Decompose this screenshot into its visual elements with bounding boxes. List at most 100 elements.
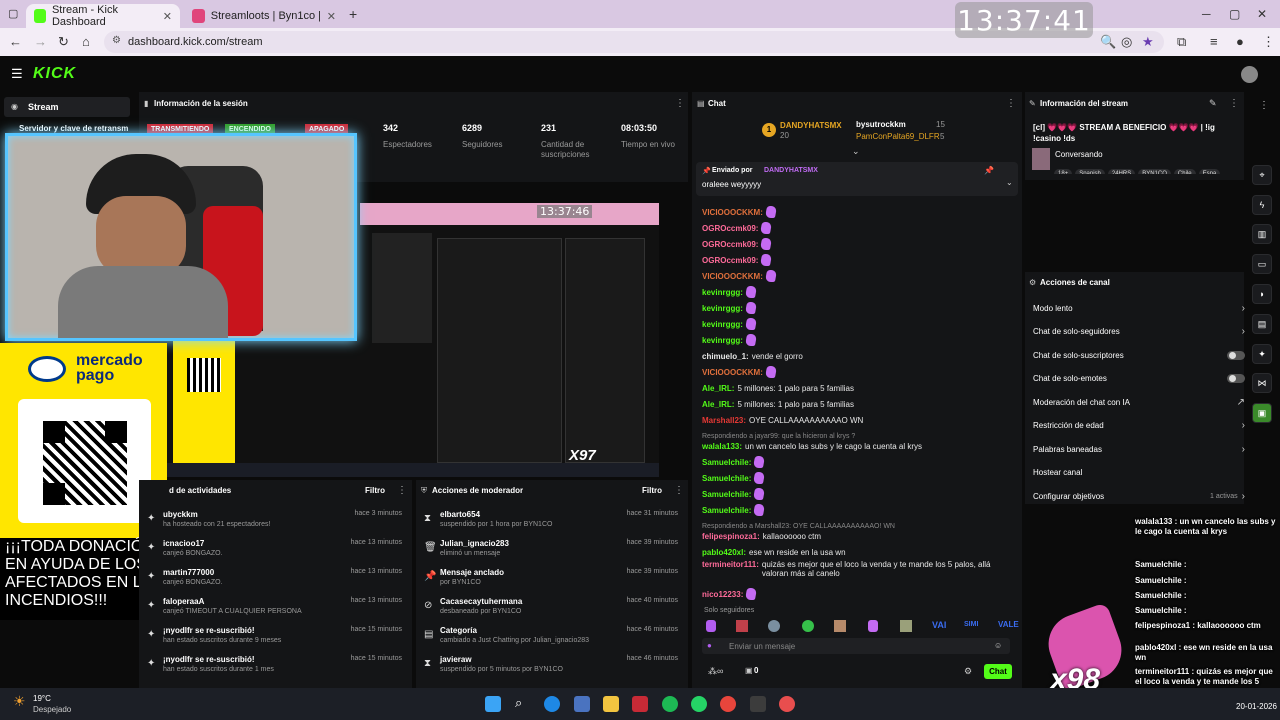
send-chat-button[interactable]: Chat bbox=[984, 664, 1012, 679]
rail-audio-icon[interactable]: ◗ bbox=[1252, 284, 1272, 304]
gifter-name[interactable]: PamConPalta69_DLFR bbox=[856, 132, 940, 141]
channel-action-item[interactable]: Configurar objetivos 1 activas › bbox=[1033, 486, 1245, 506]
chat-message[interactable]: OGROccmk09: bbox=[702, 220, 773, 236]
points-icon[interactable]: ⁂∞ bbox=[708, 666, 723, 677]
emote-icon[interactable]: SIMI bbox=[964, 621, 978, 628]
spotify-icon[interactable] bbox=[662, 696, 678, 712]
nav-item-stream[interactable]: ◉ Stream bbox=[4, 97, 130, 117]
chat-settings-icon[interactable]: ⚙ bbox=[964, 666, 972, 677]
expand-icon[interactable]: ⌄ bbox=[1006, 178, 1013, 187]
rail-app-icon[interactable]: ▣ bbox=[1252, 403, 1272, 423]
chat-username[interactable]: VICIOOOCKKM: bbox=[702, 272, 763, 281]
emoji-icon[interactable]: ☺ bbox=[994, 641, 1002, 650]
edge-icon[interactable] bbox=[544, 696, 560, 712]
chat-username[interactable]: VICIOOOCKKM: bbox=[702, 368, 763, 377]
stream-tag[interactable]: Chile bbox=[1173, 169, 1196, 174]
tab-list-icon[interactable]: ▢ bbox=[8, 7, 18, 20]
file-explorer-icon[interactable] bbox=[603, 696, 619, 712]
rail-bolt-icon[interactable]: ϟ bbox=[1252, 195, 1272, 215]
tab-kick-dashboard[interactable]: Stream - Kick Dashboard ✕ bbox=[26, 4, 180, 28]
chat-username[interactable]: walala133: bbox=[702, 442, 742, 451]
mod-action-row[interactable]: ⊘ Cacasecaytuhermana desbaneado por BYN1CO… bbox=[416, 593, 688, 621]
chat-username[interactable]: VICIOOOCKKM: bbox=[702, 208, 763, 217]
chat-message[interactable]: OGROccmk09: bbox=[702, 252, 773, 268]
chat-message[interactable]: VICIOOOCKKM: bbox=[702, 204, 777, 220]
windows-start-icon[interactable] bbox=[485, 696, 501, 712]
close-tab-icon[interactable]: ✕ bbox=[327, 10, 336, 23]
chat-username[interactable]: OGROccmk09: bbox=[702, 256, 758, 265]
chat-message[interactable]: Ale_IRL: 5 millones: 1 palo para 5 famili… bbox=[702, 380, 854, 396]
bookmark-star-icon[interactable]: ★ bbox=[1142, 34, 1154, 50]
profile-icon[interactable]: ● bbox=[1236, 34, 1244, 49]
app-icon[interactable] bbox=[779, 696, 795, 712]
gifter-name[interactable]: bysutrockkm bbox=[856, 120, 906, 129]
channel-action-item[interactable]: Chat de solo-seguidores › bbox=[1033, 322, 1245, 342]
chat-username[interactable]: Samuelchile: bbox=[702, 490, 751, 499]
channel-action-item[interactable]: Modo lento › bbox=[1033, 298, 1245, 318]
whatsapp-icon[interactable] bbox=[691, 696, 707, 712]
mic-icon[interactable]: ● bbox=[707, 641, 712, 650]
stream-tag[interactable]: 24HRS bbox=[1107, 169, 1136, 174]
emote-icon[interactable] bbox=[900, 620, 912, 632]
app-icon[interactable] bbox=[750, 696, 766, 712]
chat-message[interactable]: termineitor111: quizás es mejor que el lo… bbox=[702, 560, 1002, 584]
chat-input[interactable]: ● Enviar un mensaje ☺ bbox=[702, 638, 1010, 654]
chat-message[interactable]: kevinrggg: bbox=[702, 300, 757, 316]
hamburger-menu-icon[interactable]: ☰ bbox=[11, 66, 23, 82]
rail-target-icon[interactable]: ⌖ bbox=[1252, 165, 1272, 185]
mod-filter-button[interactable]: Filtro bbox=[642, 486, 662, 495]
chat-username[interactable]: kevinrggg: bbox=[702, 304, 743, 313]
rail-chat-icon[interactable]: ▭ bbox=[1252, 254, 1272, 274]
app-icon[interactable] bbox=[632, 696, 648, 712]
chat-message[interactable]: VICIOOOCKKM: bbox=[702, 364, 777, 380]
activity-menu-icon[interactable]: ⋮ bbox=[397, 485, 407, 496]
chat-username[interactable]: felipespinoza1: bbox=[702, 532, 760, 541]
forward-icon[interactable]: → bbox=[34, 34, 47, 49]
chat-username[interactable]: Ale_IRL: bbox=[702, 400, 734, 409]
maximize-icon[interactable]: ▢ bbox=[1229, 7, 1240, 21]
emote-icon[interactable] bbox=[802, 620, 814, 632]
reload-icon[interactable]: ↻ bbox=[58, 34, 69, 50]
app-icon[interactable] bbox=[574, 696, 590, 712]
close-tab-icon[interactable]: ✕ bbox=[163, 10, 172, 23]
chat-message[interactable]: felipespinoza1: kallaoooooo ctm bbox=[702, 528, 821, 544]
emote-icon[interactable] bbox=[768, 620, 780, 632]
chat-username[interactable]: pablo420xl: bbox=[702, 548, 746, 557]
chat-menu-icon[interactable]: ⋮ bbox=[1006, 98, 1016, 109]
chat-message[interactable]: Ale_IRL: 5 millones: 1 palo para 5 famili… bbox=[702, 396, 854, 412]
session-menu-icon[interactable]: ⋮ bbox=[675, 98, 685, 109]
mod-action-row[interactable]: ⧗ javieraw suspendido por 5 minutos por BY… bbox=[416, 651, 688, 679]
tab-streamloots[interactable]: Streamloots | Byn1co | Apóyame ✕ bbox=[184, 4, 344, 28]
channel-action-item[interactable]: Hostear canal bbox=[1033, 463, 1245, 483]
chat-username[interactable]: Samuelchile: bbox=[702, 458, 751, 467]
edit-stream-icon[interactable]: ✎ bbox=[1209, 98, 1217, 109]
chat-message[interactable]: pablo420xl: ese wn reside en la usa wn bbox=[702, 544, 846, 560]
chat-username[interactable]: Ale_IRL: bbox=[702, 384, 734, 393]
chat-message[interactable]: chimuelo_1: vende el gorro bbox=[702, 348, 803, 364]
chat-username[interactable]: kevinrggg: bbox=[702, 336, 743, 345]
rail-layout-icon[interactable]: ▤ bbox=[1252, 314, 1272, 334]
chat-username[interactable]: OGROccmk09: bbox=[702, 240, 758, 249]
channel-action-item[interactable]: Chat de solo-suscriptores bbox=[1033, 345, 1245, 365]
toggle-switch[interactable] bbox=[1227, 350, 1245, 360]
emote-icon[interactable] bbox=[736, 620, 748, 632]
category-name[interactable]: Conversando bbox=[1055, 150, 1103, 159]
mod-action-row[interactable]: 🗑 Julian_ignacio283 eliminó un mensaje hace… bbox=[416, 535, 688, 563]
activity-row[interactable]: ✦ icnacioo17 canjeó BONGAZO. hace 13 minuto… bbox=[139, 535, 412, 563]
activity-filter-button[interactable]: Filtro bbox=[365, 486, 385, 495]
kick-logo[interactable]: KICK bbox=[33, 65, 76, 83]
mod-action-row[interactable]: ⧗ elbarto654 suspendido por 1 hora por BYN… bbox=[416, 506, 688, 534]
minimize-icon[interactable]: ─ bbox=[1202, 7, 1211, 21]
channel-action-item[interactable]: Palabras baneadas › bbox=[1033, 439, 1245, 459]
site-info-icon[interactable]: ⚙ bbox=[112, 35, 121, 46]
chat-username[interactable]: nico12233: bbox=[702, 590, 743, 599]
chat-message[interactable]: Samuelchile: bbox=[702, 470, 766, 486]
stream-tag[interactable]: Espa bbox=[1198, 169, 1221, 174]
emote-icon[interactable] bbox=[868, 620, 878, 632]
back-icon[interactable]: ← bbox=[9, 34, 22, 49]
chat-username[interactable]: Samuelchile: bbox=[702, 474, 751, 483]
chat-message[interactable]: kevinrggg: bbox=[702, 332, 757, 348]
search-icon[interactable]: ⌕ bbox=[515, 695, 531, 711]
chat-username[interactable]: kevinrggg: bbox=[702, 288, 743, 297]
gift-icon[interactable]: ▣ bbox=[745, 666, 753, 675]
